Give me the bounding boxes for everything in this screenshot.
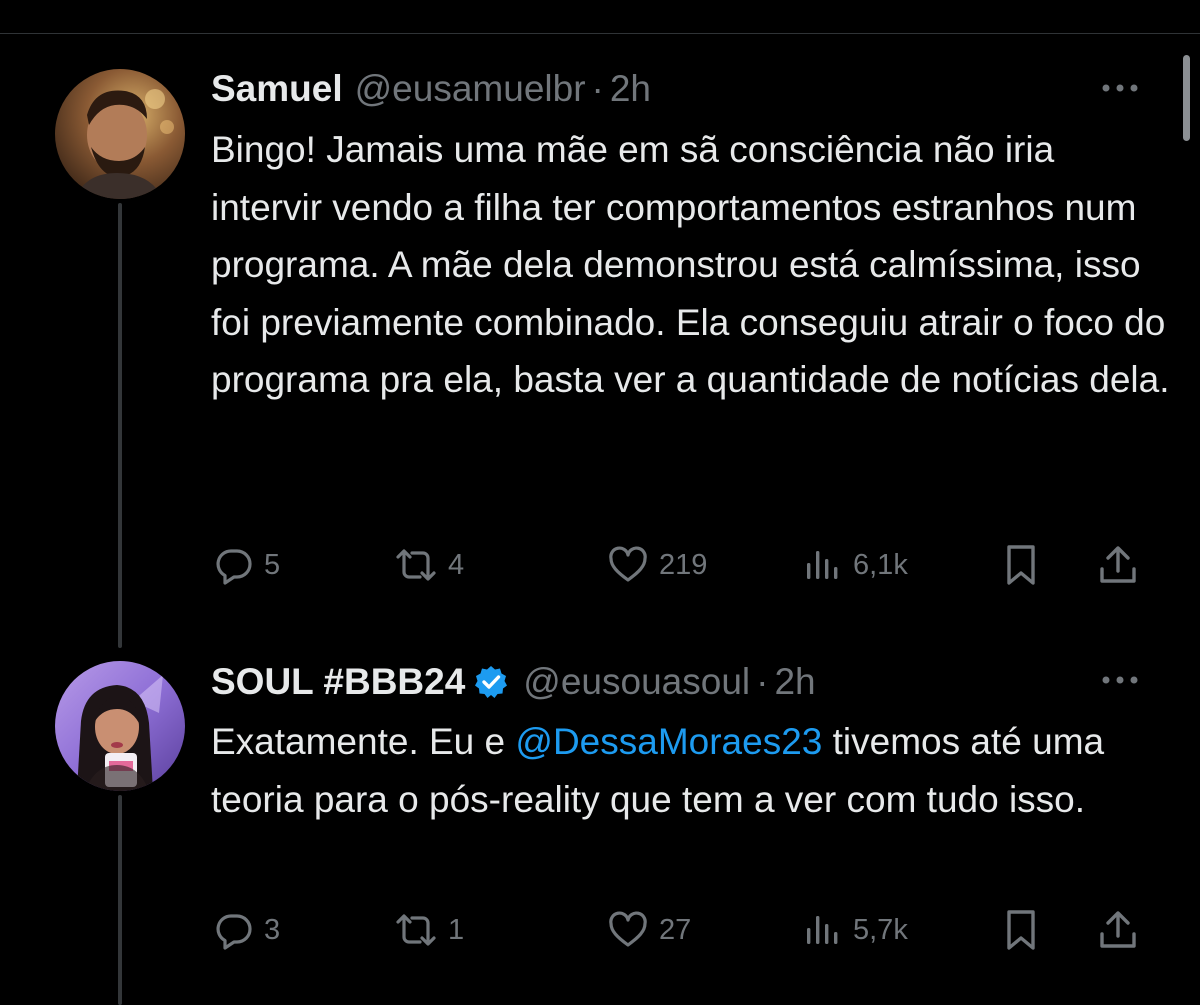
views-button[interactable]: 5,7k (803, 905, 908, 955)
tweet-text: Bingo! Jamais uma mãe em sã consciência … (211, 129, 1170, 400)
like-button[interactable]: 27 (607, 905, 691, 955)
reply-count: 3 (264, 913, 281, 946)
timestamp[interactable]: 2h (774, 661, 815, 703)
avatar[interactable] (55, 69, 185, 199)
retweet-button[interactable]: 1 (394, 905, 464, 955)
bookmark-icon (1001, 543, 1041, 587)
bookmark-button[interactable] (1001, 905, 1041, 955)
retweet-icon (394, 910, 438, 950)
share-icon (1096, 543, 1140, 587)
reply-icon (214, 910, 254, 950)
reply-button[interactable]: 5 (214, 540, 280, 590)
separator-dot: · (756, 661, 769, 702)
previous-tweet-fragment (796, 0, 836, 6)
tweet-actions: 3 1 27 5,7k (0, 905, 1200, 955)
reply-count: 5 (264, 548, 281, 581)
like-count: 219 (659, 548, 708, 581)
thread-connector-line (118, 795, 122, 1005)
like-button[interactable]: 219 (607, 540, 707, 590)
views-count: 6,1k (853, 548, 908, 581)
views-icon (803, 910, 843, 950)
author-handle[interactable]: @eusamuelbr (355, 68, 586, 110)
bookmark-button[interactable] (1001, 540, 1041, 590)
more-options-icon[interactable] (1098, 670, 1142, 690)
top-divider (0, 33, 1200, 34)
views-icon (803, 545, 843, 585)
bookmark-icon (1001, 908, 1041, 952)
author-name[interactable]: SOUL #BBB24 (211, 661, 465, 703)
tweet-text-part: Exatamente. Eu e (211, 721, 516, 762)
separator-dot: · (591, 68, 604, 109)
tweet-actions: 5 4 219 6,1k (0, 540, 1200, 590)
heart-icon (607, 910, 649, 950)
share-button[interactable] (1096, 905, 1140, 955)
views-button[interactable]: 6,1k (803, 540, 908, 590)
verified-badge-icon (473, 664, 509, 700)
heart-icon (607, 545, 649, 585)
author-name[interactable]: Samuel (211, 68, 343, 110)
retweet-count: 1 (448, 913, 465, 946)
like-count: 27 (659, 913, 692, 946)
reply-button[interactable]: 3 (214, 905, 280, 955)
reply-icon (214, 545, 254, 585)
retweet-icon (394, 545, 438, 585)
share-icon (1096, 908, 1140, 952)
share-button[interactable] (1096, 540, 1140, 590)
author-handle[interactable]: @eusouasoul (523, 661, 750, 703)
scrollbar-thumb[interactable] (1183, 55, 1190, 141)
retweet-count: 4 (448, 548, 465, 581)
tweet-text: Exatamente. Eu e @DessaMoraes23 tivemos … (211, 713, 1171, 828)
mention-link[interactable]: @DessaMoraes23 (515, 721, 822, 762)
timestamp[interactable]: 2h (610, 68, 651, 110)
avatar[interactable] (55, 661, 185, 791)
views-count: 5,7k (853, 913, 908, 946)
more-options-icon[interactable] (1098, 78, 1142, 98)
retweet-button[interactable]: 4 (394, 540, 464, 590)
tweet-header: SOUL #BBB24 @eusouasoul · 2h (211, 658, 816, 706)
tweet-header: Samuel @eusamuelbr · 2h (211, 65, 651, 113)
